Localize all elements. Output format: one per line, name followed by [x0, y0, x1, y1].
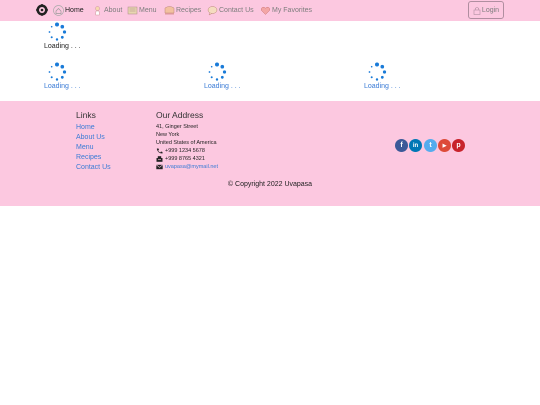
facebook-glyph: f — [400, 142, 403, 149]
loading-text: Loading . . . — [364, 83, 401, 90]
lock-icon — [473, 6, 481, 15]
loading-spinner-icon — [48, 22, 67, 41]
phone-number: +999 1234 5678 — [165, 148, 205, 154]
footer-link-home[interactable]: Home — [76, 124, 95, 131]
nav-menu-label: Menu — [139, 6, 157, 14]
links-heading: Links — [76, 110, 96, 120]
fax-number: +999 8765 4321 — [165, 156, 205, 162]
footer-link-about-us[interactable]: About Us — [76, 134, 105, 141]
nav-menu[interactable]: Menu — [127, 3, 157, 17]
recipe-book-icon — [164, 5, 175, 14]
menu-board-icon — [127, 6, 138, 14]
loading-spinner-icon — [48, 62, 67, 81]
fax-icon — [156, 156, 163, 162]
address-heading: Our Address — [156, 110, 204, 120]
nav-home-label: Home — [65, 6, 84, 14]
pinterest-glyph: p — [456, 142, 461, 149]
login-label: Login — [481, 6, 500, 14]
envelope-icon — [156, 164, 163, 170]
navbar: Home About Menu Recipes Contact Us My Fa… — [0, 0, 540, 21]
brand-logo-icon[interactable] — [36, 4, 48, 16]
home-icon — [53, 4, 64, 16]
copyright-text: © Copyright 2022 Uvapasa — [227, 181, 313, 188]
fax-contact: +999 8765 4321 — [156, 156, 205, 162]
facebook-icon[interactable]: f — [395, 139, 408, 152]
heart-icon — [260, 6, 271, 15]
youtube-glyph: ▶ — [442, 142, 447, 149]
chef-icon — [95, 5, 100, 15]
nav-about[interactable]: About — [92, 3, 122, 17]
footer: Links Home About Us Menu Recipes Contact… — [0, 101, 540, 206]
pinterest-icon[interactable]: p — [452, 139, 465, 152]
linkedin-glyph: in — [412, 142, 419, 149]
loading-spinner-icon — [208, 62, 227, 81]
twitter-glyph: t — [429, 142, 432, 149]
nav-contact-us[interactable]: Contact Us — [207, 3, 254, 17]
footer-link-contact-us[interactable]: Contact Us — [76, 164, 111, 171]
address-line: 41, Ginger Street — [156, 124, 198, 130]
phone-contact: +999 1234 5678 — [156, 148, 205, 154]
loading-text: Loading . . . — [204, 83, 241, 90]
address-line: New York — [156, 132, 180, 138]
phone-icon — [156, 148, 163, 154]
chat-icon — [207, 5, 218, 16]
nav-contact-us-label: Contact Us — [219, 6, 254, 14]
loading-spinner-icon — [368, 62, 387, 81]
nav-recipes[interactable]: Recipes — [164, 3, 201, 17]
nav-home[interactable]: Home — [53, 3, 84, 17]
twitter-icon[interactable]: t — [424, 139, 437, 152]
login-button[interactable]: Login — [468, 1, 504, 19]
email-contact: uvapasa@mymail.net — [156, 164, 218, 170]
footer-link-recipes[interactable]: Recipes — [76, 154, 101, 161]
email-link[interactable]: uvapasa@mymail.net — [165, 164, 218, 170]
nav-my-favorites-label: My Favorites — [272, 6, 313, 14]
youtube-icon[interactable]: ▶ — [438, 139, 451, 152]
linkedin-icon[interactable]: in — [409, 139, 422, 152]
loading-text: Loading . . . — [44, 83, 81, 90]
loading-text-main: Loading . . . — [44, 43, 81, 50]
nav-my-favorites[interactable]: My Favorites — [260, 3, 312, 17]
address-line: United States of America — [156, 140, 217, 146]
nav-recipes-label: Recipes — [176, 6, 202, 14]
nav-about-label: About — [104, 6, 123, 14]
footer-link-menu[interactable]: Menu — [76, 144, 94, 151]
